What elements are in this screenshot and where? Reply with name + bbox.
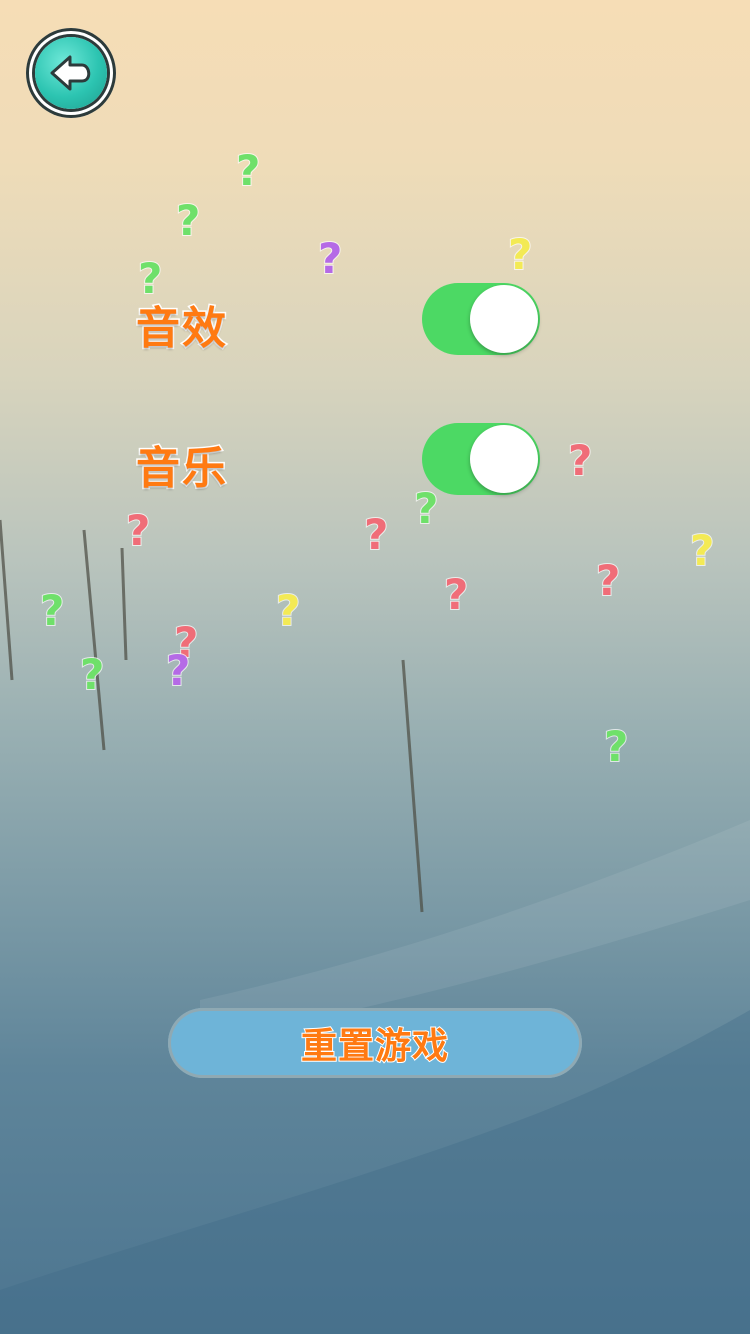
question-mark-icon: ? [507, 230, 533, 279]
music-toggle[interactable] [422, 423, 540, 495]
back-button[interactable] [26, 28, 116, 118]
question-mark-icon: ? [235, 146, 261, 195]
question-mark-icon: ? [125, 506, 151, 555]
reset-game-label: 重置游戏 [300, 1025, 449, 1068]
question-mark-icon: ? [317, 234, 343, 283]
question-mark-icon: ? [275, 586, 301, 635]
question-mark-icon: ? [175, 196, 201, 245]
question-mark-icon: ? [603, 722, 629, 771]
sound-effects-label: 音效 [135, 302, 228, 356]
back-button-face [35, 37, 107, 109]
back-arrow-icon [50, 55, 91, 91]
sound-effects-toggle[interactable] [422, 283, 540, 355]
question-mark-icon: ? [595, 556, 621, 605]
question-mark-icon: ? [165, 646, 191, 695]
question-mark-icon: ? [363, 510, 389, 559]
music-label: 音乐 [135, 442, 228, 496]
question-mark-icon: ? [443, 570, 469, 619]
question-mark-icon: ? [39, 586, 65, 635]
reset-game-button[interactable]: 重置游戏 [168, 1008, 582, 1078]
question-mark-icon: ? [413, 484, 439, 533]
sea-background [0, 519, 750, 1334]
toggle-knob [470, 285, 538, 353]
question-mark-icon: ? [689, 526, 715, 575]
question-mark-icon: ? [567, 436, 593, 485]
toggle-knob [470, 425, 538, 493]
question-mark-icon: ? [79, 650, 105, 699]
